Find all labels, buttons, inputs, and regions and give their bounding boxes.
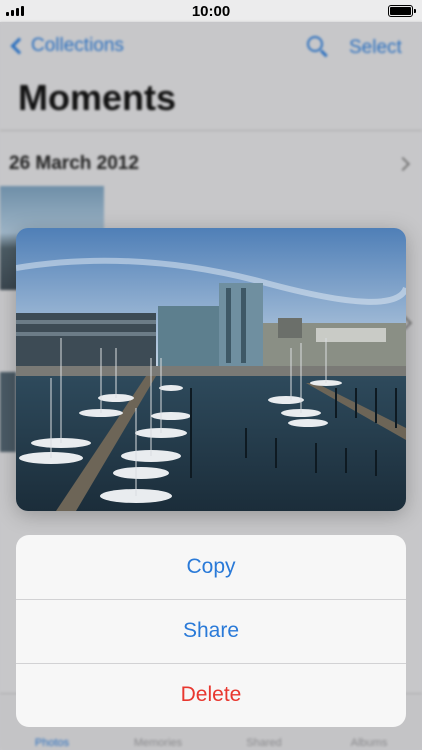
tab-photos[interactable]: Photos bbox=[10, 737, 94, 749]
photo-preview-image bbox=[16, 228, 406, 511]
battery-icon bbox=[388, 5, 416, 17]
chevron-right-icon[interactable] bbox=[395, 156, 411, 172]
status-bar: 10:00 bbox=[0, 0, 422, 22]
tab-shared[interactable]: Shared bbox=[222, 737, 306, 749]
select-button[interactable]: Select bbox=[349, 37, 402, 59]
page-title: Moments bbox=[18, 77, 177, 118]
action-sheet: Copy Share Delete bbox=[16, 535, 406, 727]
photo-preview[interactable] bbox=[16, 228, 406, 511]
delete-button[interactable]: Delete bbox=[16, 663, 406, 727]
navigation-bar: Collections Select bbox=[0, 22, 422, 72]
section-date[interactable]: 26 March 2012 bbox=[9, 153, 139, 175]
search-icon[interactable] bbox=[307, 36, 323, 52]
share-button[interactable]: Share bbox=[16, 599, 406, 663]
status-time: 10:00 bbox=[191, 3, 231, 20]
chevron-left-icon bbox=[10, 37, 28, 55]
photo-thumbnail[interactable] bbox=[0, 372, 16, 452]
tab-memories[interactable]: Memories bbox=[116, 737, 200, 749]
back-label: Collections bbox=[31, 35, 124, 56]
back-button[interactable]: Collections bbox=[9, 35, 124, 57]
divider bbox=[0, 130, 422, 131]
copy-button[interactable]: Copy bbox=[16, 535, 406, 599]
tab-albums[interactable]: Albums bbox=[327, 737, 411, 749]
